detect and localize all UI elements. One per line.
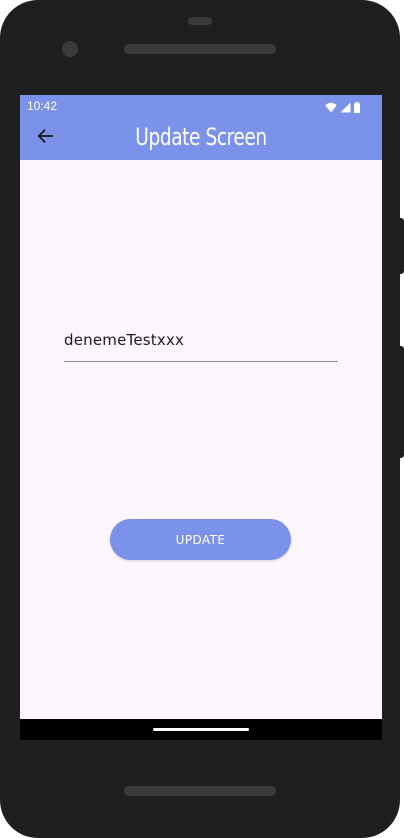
status-time: 10:42: [27, 99, 58, 113]
front-camera: [62, 41, 78, 57]
app-screen: 10:42 Update Screen denemeTestxxx UPDATE: [20, 95, 382, 740]
page-title: Update Screen: [135, 123, 267, 151]
name-text-field[interactable]: [64, 323, 338, 362]
power-button: [398, 218, 404, 274]
signal-icon: [340, 100, 351, 118]
device-sensor: [188, 17, 212, 25]
name-input[interactable]: [64, 323, 338, 357]
battery-icon: [354, 100, 360, 118]
navigation-bar: [20, 719, 382, 740]
device-frame: 10:42 Update Screen denemeTestxxx UPDATE: [0, 0, 400, 838]
app-bar: Update Screen: [20, 117, 382, 160]
status-bar: 10:42: [20, 95, 382, 117]
status-icons: [325, 100, 360, 118]
wifi-icon: [325, 100, 337, 118]
bottom-speaker: [124, 786, 276, 796]
update-button[interactable]: UPDATE: [110, 519, 291, 560]
volume-button: [398, 346, 404, 458]
earpiece-speaker: [124, 44, 276, 54]
home-gesture-handle[interactable]: [153, 728, 249, 731]
